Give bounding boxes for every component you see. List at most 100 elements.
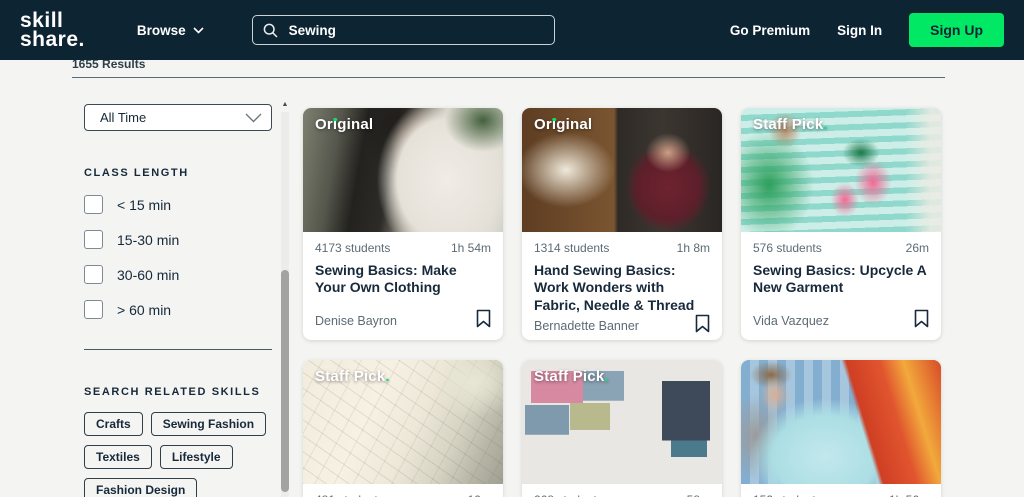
logo-line-2: share. <box>20 30 85 49</box>
class-badge: Orıginal <box>315 116 373 133</box>
bookmark-button[interactable] <box>695 314 710 333</box>
class-length-option[interactable]: 30-60 min <box>84 265 272 284</box>
class-duration: 1h 8m <box>677 241 710 255</box>
student-count: 576 students <box>753 241 822 255</box>
class-card[interactable]: Orıginal 1314 students 1h 8m Hand Sewing… <box>522 108 722 340</box>
class-duration: 58m <box>687 493 710 497</box>
class-meta-row: 268 students 58m <box>534 493 710 497</box>
class-card-info: 576 students 26m Sewing Basics: Upcycle … <box>741 232 941 340</box>
chevron-down-icon <box>193 27 204 34</box>
class-card-info: 481 students 19m <box>303 484 503 497</box>
class-length-option[interactable]: 15-30 min <box>84 230 272 249</box>
class-duration: 1h 54m <box>451 241 491 255</box>
related-skill-tag[interactable]: Sewing Fashion <box>151 412 266 436</box>
class-length-option[interactable]: > 60 min <box>84 300 272 319</box>
class-title[interactable]: Hand Sewing Basics: Work Wonders with Fa… <box>534 262 710 314</box>
class-duration: 26m <box>906 241 929 255</box>
thumb-woman-sewing-machine[interactable]: Orıginal <box>303 108 503 232</box>
chevron-down-icon <box>245 113 262 123</box>
scrollbar-up-arrow[interactable]: ▲ <box>280 100 290 110</box>
thumb-cherry-striped-shirt[interactable]: Staff Pick. <box>741 108 941 232</box>
class-meta-row: 4173 students 1h 54m <box>315 241 491 255</box>
class-meta-row: 576 students 26m <box>753 241 929 255</box>
related-skill-tag[interactable]: Lifestyle <box>160 445 233 469</box>
class-card[interactable]: 152 students 1h 56m <box>741 360 941 497</box>
bookmark-icon <box>914 309 929 328</box>
student-count: 152 students <box>753 493 822 497</box>
time-filter-value: All Time <box>100 110 146 125</box>
thumb-fabric-swatches[interactable]: Staff Pick. <box>522 360 722 484</box>
time-filter-select[interactable]: All Time <box>84 104 272 131</box>
class-author-row: Denise Bayron <box>315 309 491 328</box>
related-skills-heading: SEARCH RELATED SKILLS <box>84 386 272 398</box>
sidebar-divider <box>84 349 272 350</box>
class-length-options: < 15 min 15-30 min 30-60 min > 60 min <box>84 195 272 319</box>
class-card[interactable]: Orıginal 4173 students 1h 54m Sewing Bas… <box>303 108 503 340</box>
checkbox[interactable] <box>84 265 103 284</box>
bookmark-button[interactable] <box>914 309 929 328</box>
class-length-option-label: 30-60 min <box>117 267 179 283</box>
class-card-info: 152 students 1h 56m <box>741 484 941 497</box>
class-length-option[interactable]: < 15 min <box>84 195 272 214</box>
class-length-option-label: < 15 min <box>117 197 171 213</box>
class-title[interactable]: Sewing Basics: Upcycle A New Garment <box>753 262 929 297</box>
bookmark-icon <box>476 309 491 328</box>
filter-sidebar: All Time CLASS LENGTH < 15 min 15-30 min… <box>84 104 272 497</box>
class-author[interactable]: Bernadette Banner <box>534 319 639 333</box>
bookmark-icon <box>695 314 710 333</box>
class-card[interactable]: Staff Pick. 481 students 19m <box>303 360 503 497</box>
class-card-info: 268 students 58m <box>522 484 722 497</box>
related-skill-tag[interactable]: Crafts <box>84 412 143 436</box>
class-card-info: 4173 students 1h 54m Sewing Basics: Make… <box>303 232 503 340</box>
class-author[interactable]: Vida Vazquez <box>753 314 829 328</box>
navbar-right-links: Go Premium Sign In Sign Up <box>730 13 1004 47</box>
sign-in-link[interactable]: Sign In <box>837 23 882 38</box>
browse-label: Browse <box>137 23 186 38</box>
skillshare-search-page: 1655 Results skill share. Browse Go Prem… <box>0 0 1024 497</box>
bookmark-button[interactable] <box>476 309 491 328</box>
student-count: 4173 students <box>315 241 390 255</box>
checkbox[interactable] <box>84 300 103 319</box>
search-box[interactable] <box>252 15 555 45</box>
sidebar-scrollbar-thumb[interactable] <box>281 270 289 492</box>
class-badge: Staff Pick. <box>534 368 609 385</box>
related-skill-tag[interactable]: Fashion Design <box>84 478 197 497</box>
student-count: 481 students <box>315 493 384 497</box>
class-author-row: Bernadette Banner <box>534 314 710 333</box>
go-premium-link[interactable]: Go Premium <box>730 23 810 38</box>
top-navbar: skill share. Browse Go Premium Sign In S… <box>0 0 1024 60</box>
related-skill-tag[interactable]: Textiles <box>84 445 152 469</box>
student-count: 1314 students <box>534 241 609 255</box>
skillshare-logo[interactable]: skill share. <box>20 11 85 50</box>
class-author[interactable]: Denise Bayron <box>315 314 397 328</box>
thumb-embroidery-sketch[interactable]: Staff Pick. <box>303 360 503 484</box>
checkbox[interactable] <box>84 230 103 249</box>
class-card-info: 1314 students 1h 8m Hand Sewing Basics: … <box>522 232 722 340</box>
class-badge: Staff Pick. <box>315 368 390 385</box>
search-icon <box>263 23 278 38</box>
search-input[interactable] <box>287 22 544 39</box>
browse-menu-button[interactable]: Browse <box>131 22 210 39</box>
class-badge: Staff Pick. <box>753 116 828 133</box>
thumb-hand-sewing-split[interactable]: Orıginal <box>522 108 722 232</box>
class-badge: Orıginal <box>534 116 592 133</box>
class-duration: 19m <box>468 493 491 497</box>
results-divider <box>72 77 945 78</box>
class-length-option-label: 15-30 min <box>117 232 179 248</box>
sidebar-scrollbar-track[interactable] <box>281 112 289 497</box>
checkbox[interactable] <box>84 195 103 214</box>
student-count: 268 students <box>534 493 603 497</box>
class-length-heading: CLASS LENGTH <box>84 167 272 179</box>
sign-up-button[interactable]: Sign Up <box>909 13 1004 47</box>
class-results-grid: Orıginal 4173 students 1h 54m Sewing Bas… <box>303 108 943 497</box>
thumb-woman-blue-red-fabric[interactable] <box>741 360 941 484</box>
class-meta-row: 481 students 19m <box>315 493 491 497</box>
class-meta-row: 1314 students 1h 8m <box>534 241 710 255</box>
class-author-row: Vida Vazquez <box>753 309 929 328</box>
class-duration: 1h 56m <box>889 493 929 497</box>
class-title[interactable]: Sewing Basics: Make Your Own Clothing <box>315 262 491 297</box>
class-meta-row: 152 students 1h 56m <box>753 493 929 497</box>
class-card[interactable]: Staff Pick. 268 students 58m <box>522 360 722 497</box>
class-card[interactable]: Staff Pick. 576 students 26m Sewing Basi… <box>741 108 941 340</box>
related-skill-tags: Crafts Sewing Fashion Textiles Lifestyle Fas… <box>84 412 272 497</box>
